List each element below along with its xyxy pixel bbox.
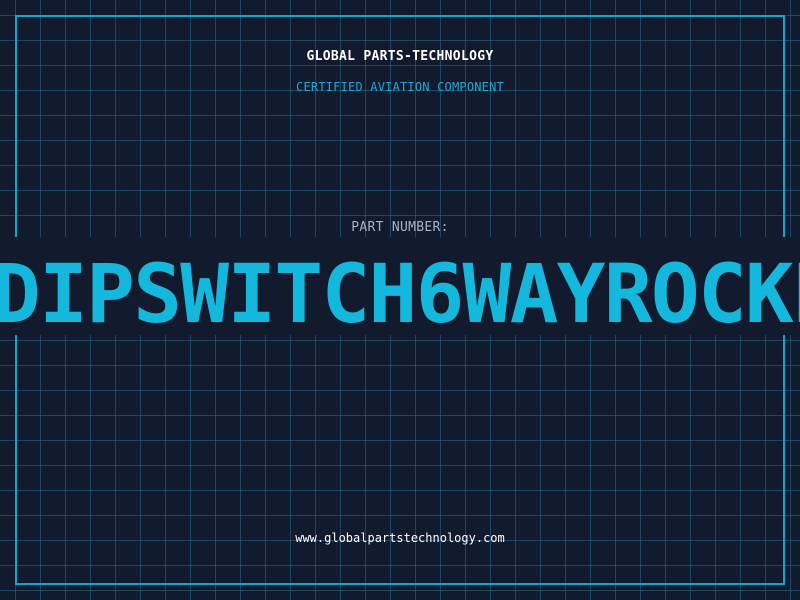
brand-title: GLOBAL PARTS-TECHNOLOGY	[306, 49, 494, 64]
label-canvas: GLOBAL PARTS-TECHNOLOGY CERTIFIED AVIATI…	[0, 0, 800, 600]
part-number-label: PART NUMBER:	[351, 220, 449, 235]
certification-subtitle: CERTIFIED AVIATION COMPONENT	[296, 80, 504, 94]
part-number-value: DIPSWITCH6WAYROCKER	[0, 248, 800, 342]
website-url: www.globalpartstechnology.com	[295, 531, 505, 545]
